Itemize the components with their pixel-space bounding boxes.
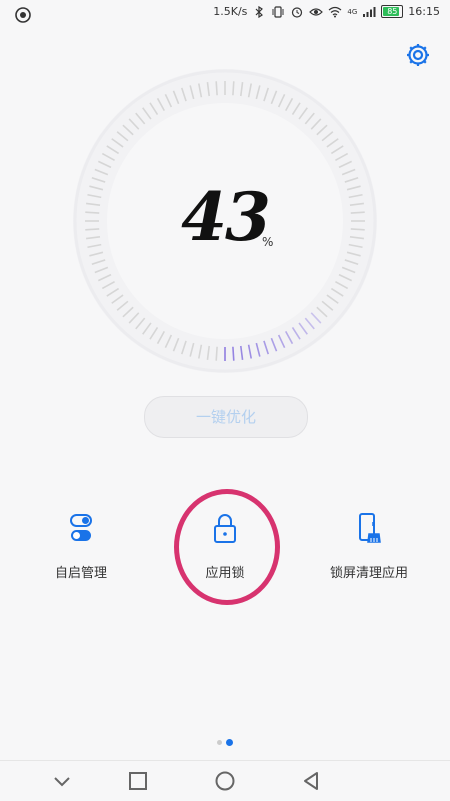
down-chevron-icon[interactable] (50, 769, 74, 793)
status-right-group: 1.5K/s 4G 85 16:15 (213, 5, 440, 18)
battery-level: 85 (387, 7, 398, 16)
page-dot-active[interactable] (226, 739, 233, 746)
alarm-icon (292, 6, 303, 18)
vibrate-icon (272, 5, 284, 18)
score-unit: % (262, 235, 274, 249)
lock-icon (214, 514, 236, 543)
recents-square-icon[interactable] (126, 769, 150, 793)
gauge-tick (215, 346, 218, 361)
score-value: 43 (181, 178, 271, 256)
battery-icon: 85 (381, 5, 404, 18)
wifi-icon (329, 6, 342, 17)
bluetooth-icon (255, 5, 264, 18)
gauge-tick (232, 81, 235, 96)
tool-app-lock[interactable]: 应用锁 (160, 508, 290, 581)
score-display: 43 (0, 178, 450, 256)
page-dot[interactable] (217, 740, 222, 745)
status-bar: 1.5K/s 4G 85 16:15 (0, 0, 450, 30)
toggle-switch-icon (70, 514, 92, 541)
signal-label: 4G (347, 7, 358, 16)
clock: 16:15 (408, 5, 440, 18)
tool-label: 锁屏清理应用 (329, 566, 408, 581)
net-speed: 1.5K/s (213, 5, 248, 18)
eye-comfort-icon (309, 7, 324, 16)
home-circle-icon[interactable] (213, 769, 237, 793)
one-tap-optimize-button[interactable]: 一键优化 (144, 396, 308, 438)
back-triangle-icon[interactable] (299, 769, 323, 793)
app-notification-icon (15, 7, 31, 23)
gear-icon[interactable] (404, 41, 432, 69)
gauge-tick (232, 346, 235, 361)
navigation-bar (0, 760, 450, 801)
gauge-tick (215, 81, 218, 96)
phone-broom-icon (359, 513, 381, 543)
tool-lockscreen-cleanup[interactable]: 锁屏清理应用 (304, 508, 434, 581)
tool-startup-manager[interactable]: 自启管理 (16, 508, 146, 581)
tool-label: 自启管理 (54, 566, 107, 581)
tool-label: 应用锁 (205, 566, 245, 581)
cellular-signal-icon (363, 6, 376, 17)
page-indicator (0, 730, 450, 749)
